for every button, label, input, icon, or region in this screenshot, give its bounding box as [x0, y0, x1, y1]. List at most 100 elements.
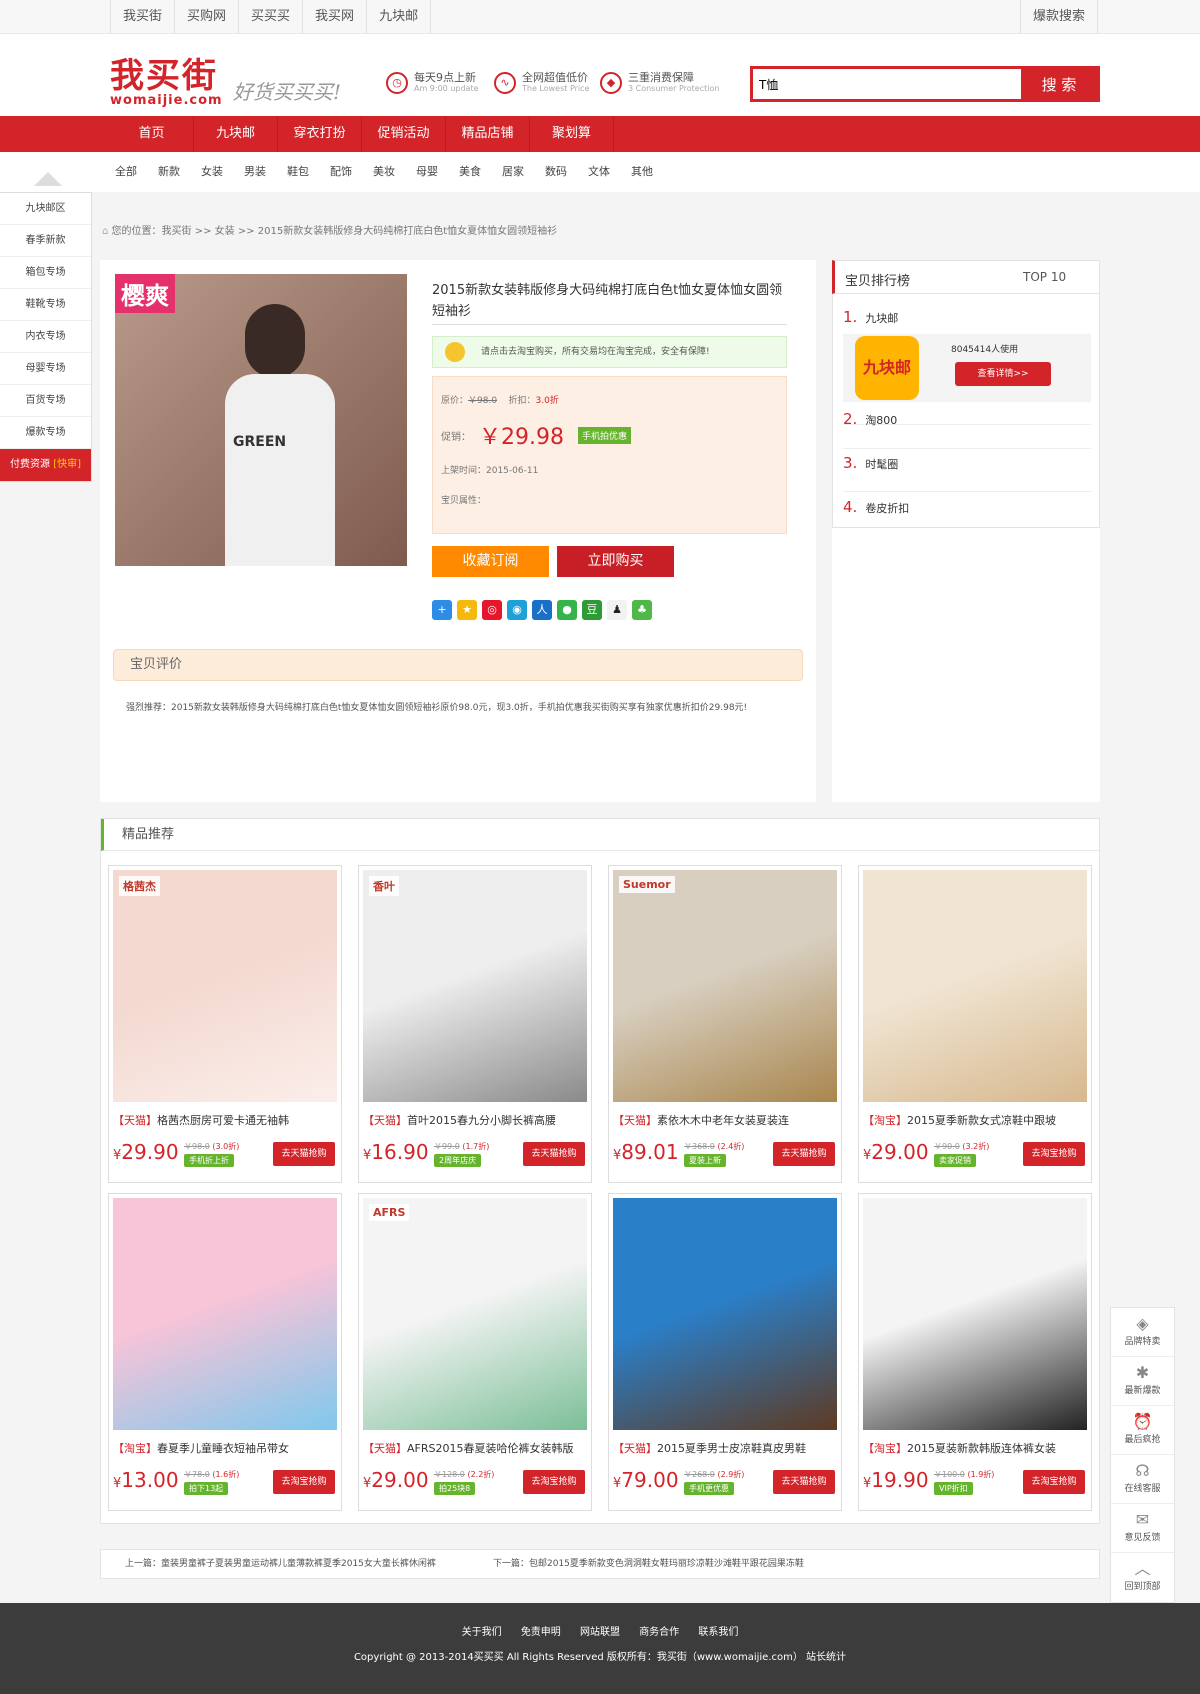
- top-link[interactable]: 九块邮: [366, 0, 432, 34]
- wechat-share-icon[interactable]: ●: [557, 600, 577, 620]
- subscribe-button[interactable]: 收藏订阅: [432, 546, 549, 577]
- category-item[interactable]: 其他: [631, 152, 674, 192]
- product-card-image[interactable]: AFRS: [363, 1198, 587, 1430]
- category-item[interactable]: 女装: [201, 152, 244, 192]
- plus-share-icon[interactable]: +: [432, 600, 452, 620]
- product-card-image[interactable]: [613, 1198, 837, 1430]
- category-item[interactable]: 数码: [545, 152, 588, 192]
- nav-item-promo[interactable]: 促销活动: [362, 116, 446, 152]
- category-item[interactable]: 文体: [588, 152, 631, 192]
- product-card-image[interactable]: [863, 1198, 1087, 1430]
- product-card-go-button[interactable]: 去淘宝抢购: [1023, 1142, 1085, 1166]
- rank-item[interactable]: 3. 时髦圈: [843, 454, 898, 472]
- category-item[interactable]: 配饰: [330, 152, 373, 192]
- qzone-share-icon[interactable]: ★: [457, 600, 477, 620]
- view-detail-button[interactable]: 查看详情>>: [955, 362, 1051, 386]
- product-card-go-button[interactable]: 去淘宝抢购: [523, 1470, 585, 1494]
- sidebar-brand-sale[interactable]: ◈ 品牌特卖: [1111, 1308, 1174, 1357]
- rank-item[interactable]: 4. 卷皮折扣: [843, 498, 909, 516]
- product-card-image[interactable]: 香叶: [363, 870, 587, 1102]
- nav-item-shops[interactable]: 精品店铺: [446, 116, 530, 152]
- product-image[interactable]: GREEN 樱爽: [115, 274, 407, 566]
- jiukuaiyou-app-icon[interactable]: 九块邮: [855, 336, 919, 400]
- search-input[interactable]: [753, 69, 1021, 99]
- product-card-name[interactable]: 【天猫】素依木木中老年女装夏装连: [613, 1112, 837, 1128]
- left-menu-item[interactable]: 母婴专场: [0, 353, 91, 385]
- category-item[interactable]: 全部: [115, 152, 158, 192]
- product-card[interactable]: 【天猫】2015夏季男士皮凉鞋真皮男鞋 ¥79.00 ￥268.0 (2.9折) 手机…: [608, 1193, 842, 1511]
- sidebar-new-hot[interactable]: ✱ 最新爆款: [1111, 1357, 1174, 1406]
- product-card-name[interactable]: 【淘宝】2015夏季新款女式凉鞋中跟坡: [863, 1112, 1087, 1128]
- rank-item[interactable]: 2. 淘800: [843, 410, 897, 428]
- left-menu-item[interactable]: 百货专场: [0, 385, 91, 417]
- prev-article-link[interactable]: 上一篇：童装男童裤子夏装男童运动裤儿童薄款裤夏季2015女大童长裤休闲裤: [125, 1550, 436, 1578]
- left-menu-item[interactable]: 箱包专场: [0, 257, 91, 289]
- category-item[interactable]: 男装: [244, 152, 287, 192]
- category-item[interactable]: 美食: [459, 152, 502, 192]
- product-card-go-button[interactable]: 去天猫抢购: [273, 1142, 335, 1166]
- top-link[interactable]: 我买街: [110, 0, 174, 34]
- sidebar-feedback[interactable]: ✉ 意见反馈: [1111, 1504, 1174, 1553]
- nav-item-juhuasuan[interactable]: 聚划算: [530, 116, 614, 152]
- product-card-name[interactable]: 【天猫】2015夏季男士皮凉鞋真皮男鞋: [613, 1440, 837, 1456]
- left-menu-item[interactable]: 九块邮区: [0, 193, 91, 225]
- left-menu-item[interactable]: 鞋靴专场: [0, 289, 91, 321]
- qq-share-icon[interactable]: ♟: [607, 600, 627, 620]
- product-card[interactable]: 【淘宝】2015夏装新款韩版连体裤女装 ¥19.90 ￥100.0 (1.9折) VI…: [858, 1193, 1092, 1511]
- category-item[interactable]: 美妆: [373, 152, 416, 192]
- product-card-name[interactable]: 【淘宝】春夏季儿童睡衣短袖吊带女: [113, 1440, 337, 1456]
- product-card-go-button[interactable]: 去天猫抢购: [523, 1142, 585, 1166]
- product-card[interactable]: Suemor 【天猫】素依木木中老年女装夏装连 ¥89.01 ￥368.0 (2.4折…: [608, 865, 842, 1183]
- footer-link[interactable]: 关于我们: [462, 1627, 502, 1638]
- category-item[interactable]: 新款: [158, 152, 201, 192]
- footer-link[interactable]: 联系我们: [698, 1627, 738, 1638]
- sidebar-support[interactable]: ☊ 在线客服: [1111, 1455, 1174, 1504]
- product-card-image[interactable]: Suemor: [613, 870, 837, 1102]
- left-menu-item[interactable]: 内衣专场: [0, 321, 91, 353]
- product-card-go-button[interactable]: 去天猫抢购: [773, 1470, 835, 1494]
- sidebar-last-chance[interactable]: ⏰ 最后疯抢: [1111, 1406, 1174, 1455]
- next-article-link[interactable]: 下一篇：包邮2015夏季新款变色洞洞鞋女鞋玛丽珍凉鞋沙滩鞋平跟花园果冻鞋: [493, 1550, 804, 1578]
- breadcrumb-text[interactable]: 您的位置：我买街 >> 女装 >> 2015新款女装韩版修身大码纯棉打底白色t恤…: [112, 226, 558, 237]
- product-card-go-button[interactable]: 去淘宝抢购: [1023, 1470, 1085, 1494]
- product-card[interactable]: 格茜杰 【天猫】格茜杰厨房可爱卡通无袖韩 ¥29.90 ￥98.0 (3.0折) 手机折…: [108, 865, 342, 1183]
- logo[interactable]: 我买街 womaijie.com: [110, 58, 223, 108]
- buy-now-button[interactable]: 立即购买: [557, 546, 674, 577]
- footer-link[interactable]: 商务合作: [639, 1627, 679, 1638]
- left-menu-item[interactable]: 春季新款: [0, 225, 91, 257]
- clover-share-icon[interactable]: ♣: [632, 600, 652, 620]
- category-item[interactable]: 母婴: [416, 152, 459, 192]
- product-card-name[interactable]: 【天猫】AFRS2015春夏装哈伦裤女装韩版: [363, 1440, 587, 1456]
- product-card-go-button[interactable]: 去淘宝抢购: [273, 1470, 335, 1494]
- product-card[interactable]: 【淘宝】春夏季儿童睡衣短袖吊带女 ¥13.00 ￥78.0 (1.6折) 拍下13起 去…: [108, 1193, 342, 1511]
- product-card-go-button[interactable]: 去天猫抢购: [773, 1142, 835, 1166]
- douban-share-icon[interactable]: 豆: [582, 600, 602, 620]
- rank-item[interactable]: 1. 九块邮: [843, 308, 898, 326]
- search-button[interactable]: 搜 索: [1021, 69, 1097, 99]
- nav-item-outfit[interactable]: 穿衣打扮: [278, 116, 362, 152]
- top-link[interactable]: 买买买: [238, 0, 302, 34]
- product-card[interactable]: 香叶 【天猫】首叶2015春九分小脚长裤高腰 ¥16.90 ￥99.0 (1.7折) 2…: [358, 865, 592, 1183]
- category-item[interactable]: 鞋包: [287, 152, 330, 192]
- product-card[interactable]: AFRS 【天猫】AFRS2015春夏装哈伦裤女装韩版 ¥29.00 ￥128.0 (…: [358, 1193, 592, 1511]
- left-menu-item[interactable]: 爆款专场: [0, 417, 91, 449]
- product-card-name[interactable]: 【天猫】格茜杰厨房可爱卡通无袖韩: [113, 1112, 337, 1128]
- nav-item-home[interactable]: 首页: [110, 116, 194, 152]
- product-card-image[interactable]: [113, 1198, 337, 1430]
- product-card-image[interactable]: 格茜杰: [113, 870, 337, 1102]
- footer-link[interactable]: 网站联盟: [580, 1627, 620, 1638]
- weibo-share-icon[interactable]: ◎: [482, 600, 502, 620]
- product-card[interactable]: 【淘宝】2015夏季新款女式凉鞋中跟坡 ¥29.00 ￥90.0 (3.2折) 卖家促…: [858, 865, 1092, 1183]
- nav-item-jiukuaiyou[interactable]: 九块邮: [194, 116, 278, 152]
- back-to-top-button[interactable]: ︿ 回到顶部: [1111, 1553, 1174, 1602]
- product-card-image[interactable]: [863, 870, 1087, 1102]
- hot-search-link[interactable]: 爆款搜索: [1019, 0, 1098, 34]
- footer-link[interactable]: 免责申明: [521, 1627, 561, 1638]
- category-item[interactable]: 居家: [502, 152, 545, 192]
- product-card-name[interactable]: 【天猫】首叶2015春九分小脚长裤高腰: [363, 1112, 587, 1128]
- paid-resource-item[interactable]: 付费资源 [快审]: [0, 449, 91, 481]
- product-card-name[interactable]: 【淘宝】2015夏装新款韩版连体裤女装: [863, 1440, 1087, 1456]
- top-link[interactable]: 我买网: [302, 0, 366, 34]
- renren-share-icon[interactable]: 人: [532, 600, 552, 620]
- top-link[interactable]: 买购网: [174, 0, 238, 34]
